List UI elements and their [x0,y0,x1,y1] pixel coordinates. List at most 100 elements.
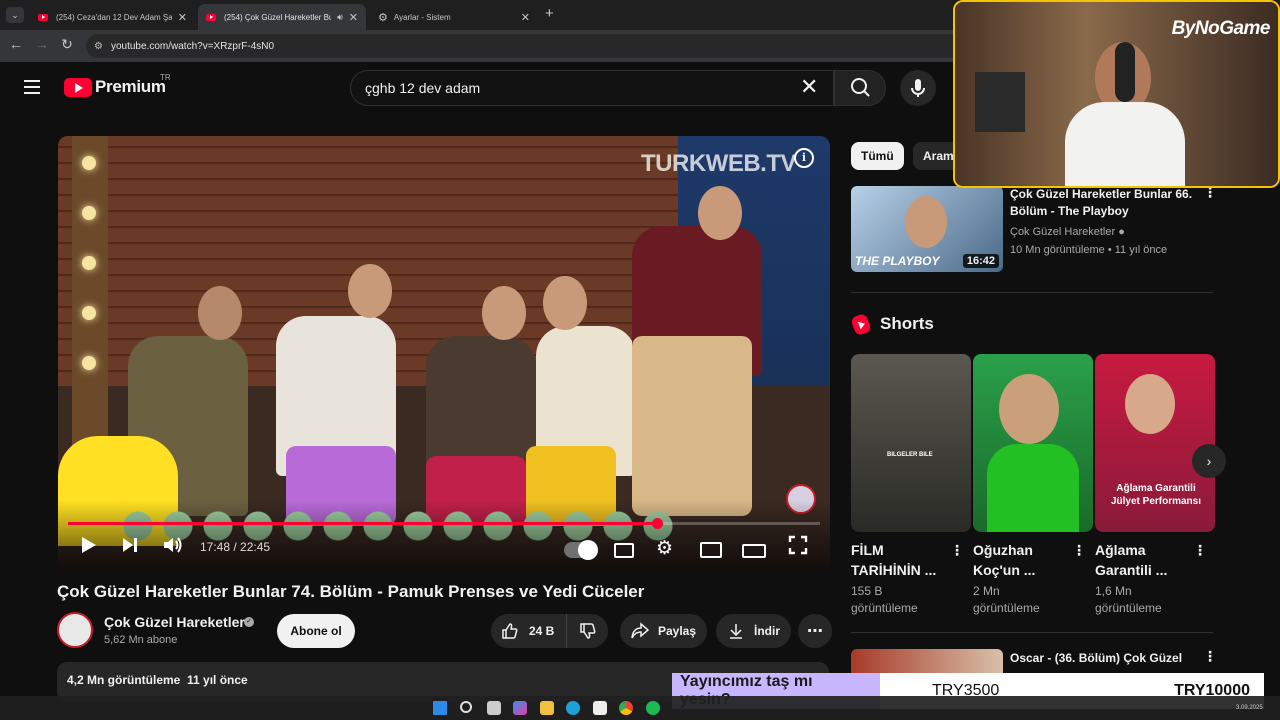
like-dislike-group: 24 B [491,614,608,648]
stream-brand: ByNoGame [1171,18,1271,39]
thumbs-up-icon [502,623,518,639]
dislike-button[interactable] [567,614,597,648]
volume-icon[interactable] [162,535,184,560]
search-icon [851,78,870,97]
channel-name[interactable]: Çok Güzel Hareketler [104,614,245,630]
new-tab-icon[interactable]: + [545,5,554,22]
next-icon[interactable] [121,535,139,560]
close-tab-icon[interactable]: ✕ [521,11,530,24]
short-person [1125,374,1175,434]
short-overlay-text: BILGELER BILE [887,452,933,458]
settings-gear-icon[interactable]: ⚙ [656,537,673,560]
close-tab-icon[interactable]: ✕ [178,11,187,24]
short-overlay-text: Ağlama Garantili Jülyet Performansı [1110,483,1202,507]
more-vert-icon[interactable]: ⋮ [1193,543,1207,562]
url-text: youtube.com/watch?v=XRzprF-4sN0 [110,40,275,52]
related-video-title[interactable]: Oscar - (36. Bölüm) Çok Güzel [1010,650,1200,667]
like-button[interactable]: 24 B [491,614,567,648]
microphone-icon [911,79,925,97]
menu-icon[interactable] [24,80,40,94]
spotify-icon[interactable] [646,701,660,715]
short-title[interactable]: Ağlama Garantili ... [1095,540,1189,580]
edge-icon[interactable] [566,701,580,715]
video-title: Çok Güzel Hareketler Bunlar 74. Bölüm - … [57,582,645,601]
miniplayer-icon[interactable] [700,542,722,558]
taskbar-clock: 3.09.2025 [1236,705,1263,711]
related-thumbnail[interactable]: THE PLAYBOY 16:42 [851,186,1003,272]
browser-tab-2[interactable]: (254) Çok Güzel Hareketler Bu 🔊︎ ✕ [198,4,366,30]
chevron-right-icon[interactable]: › [1192,444,1226,478]
search-button[interactable] [834,70,886,106]
short-views-count: 155 B [851,584,883,598]
clear-search-icon[interactable]: ✕ [800,76,818,98]
related-video-title[interactable]: Çok Güzel Hareketler Bunlar 66. Bölüm - … [1010,186,1194,220]
tab-title: (254) Ceza'dan 12 Dev Adam Şarkı [56,12,172,22]
share-button[interactable]: Paylaş [620,614,707,648]
search-icon[interactable] [460,701,472,713]
youtube-premium-logo[interactable]: Premium TR [64,73,171,97]
info-icon[interactable]: i [794,148,814,168]
scrubber-handle[interactable] [651,518,663,529]
site-info-icon[interactable]: ⚙ [94,41,103,52]
play-icon[interactable] [80,535,98,560]
close-tab-icon[interactable]: ✕ [349,11,358,24]
views-and-date: 4,2 Mn görüntüleme 11 yıl önce [67,673,248,687]
thumbs-down-icon [580,623,596,639]
short-thumbnail[interactable]: Ağlama Garantili Jülyet Performansı [1095,354,1215,532]
browser-tab-3[interactable]: ⚙ Ayarlar - Sistem ✕ [370,4,538,30]
related-channel-name: Çok Güzel Hareketler [1010,226,1116,238]
video-duration: 16:42 [962,254,999,268]
voice-search-button[interactable] [900,70,936,106]
more-vert-icon[interactable]: ⋮ [1203,185,1217,204]
like-count: 24 B [529,624,555,638]
related-channel[interactable]: Çok Güzel Hareketler ● [1010,225,1125,240]
more-vert-icon[interactable]: ⋮ [1203,649,1217,668]
youtube-logo-icon [64,77,92,97]
short-dress [987,444,1079,532]
more-vert-icon[interactable]: ⋮ [1072,543,1086,562]
task-view-icon[interactable] [487,701,501,715]
progress-bar[interactable] [68,518,820,529]
store-icon[interactable] [593,701,607,715]
verified-badge-icon: ● [1118,226,1125,238]
subscriber-count: 5,62 Mn abone [104,634,178,646]
file-explorer-icon[interactable] [540,701,554,715]
more-actions-button[interactable]: ⋯ [798,614,832,648]
fullscreen-icon[interactable] [788,535,808,560]
short-views: 155 B görüntüleme [851,583,918,617]
related-meta: 10 Mn görüntüleme • 11 yıl önce [1010,244,1168,256]
short-title[interactable]: FİLM TARİHİNİN ... [851,540,945,580]
subtitles-icon[interactable] [614,543,634,558]
short-thumbnail[interactable]: BILGELER BILE [851,354,971,532]
sidebar-divider [851,292,1213,293]
download-button[interactable]: İndir [716,614,791,648]
back-icon[interactable]: ← [6,36,26,52]
channel-avatar[interactable] [57,612,93,648]
reload-icon[interactable]: ↻ [57,36,77,53]
verified-badge-icon: ✓ [244,617,254,627]
autoplay-toggle[interactable] [564,540,598,560]
search-input[interactable]: çghb 12 dev adam [350,70,834,106]
start-icon[interactable] [433,701,447,715]
short-person [999,374,1059,444]
youtube-favicon-icon [206,13,216,21]
copilot-icon[interactable] [513,701,527,715]
channel-watermark: TURKWEB.TV [641,150,796,177]
share-label: Paylaş [658,624,697,638]
video-player[interactable]: TURKWEB.TV i 17:48 / 22:45 ⚙ [58,136,830,570]
browser-tab-1[interactable]: (254) Ceza'dan 12 Dev Adam Şarkı ✕ [30,4,195,30]
subscribe-button[interactable]: Abone ol [277,614,355,648]
short-title[interactable]: Oğuzhan Koç'un ... [973,540,1067,580]
webcam-headset [1115,42,1135,102]
chrome-icon[interactable] [619,701,633,715]
tab-search-icon[interactable]: ⌄ [6,7,24,23]
share-icon [631,622,650,639]
speaker-icon[interactable]: 🔊︎ [337,12,343,23]
time-display: 17:48 / 22:45 [200,540,271,554]
short-thumbnail[interactable] [973,354,1093,532]
theater-mode-icon[interactable] [742,544,766,558]
more-vert-icon[interactable]: ⋮ [950,543,964,562]
chip-all[interactable]: Tümü [851,142,904,170]
forward-icon[interactable]: → [32,36,52,52]
address-bar[interactable]: ⚙ youtube.com/watch?v=XRzprF-4sN0 [86,34,986,58]
